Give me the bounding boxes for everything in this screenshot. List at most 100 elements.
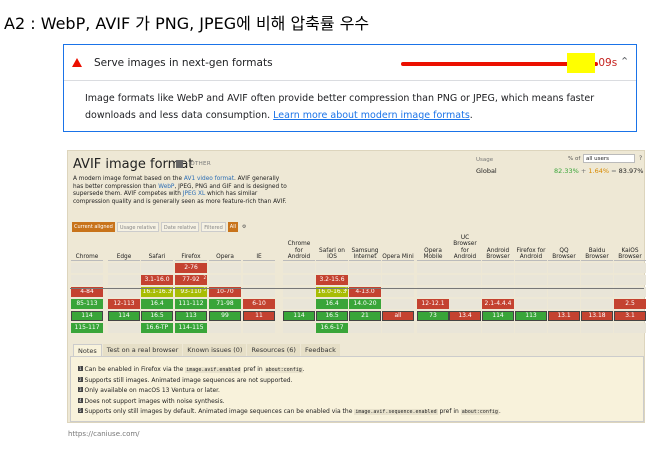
- support-cell[interactable]: 73: [417, 311, 449, 321]
- support-cell[interactable]: 114-115: [175, 323, 207, 333]
- support-cell[interactable]: 6-10: [243, 299, 275, 309]
- browser-header-chrome-for-android: Chrome for Android: [283, 239, 315, 261]
- support-cell[interactable]: 3.2-15.6: [316, 275, 348, 285]
- empty-cell: [243, 263, 275, 273]
- tab-feedback[interactable]: Feedback: [300, 344, 340, 356]
- filter-all[interactable]: All: [227, 222, 238, 232]
- tab-known-issues[interactable]: Known issues (0): [183, 344, 247, 356]
- support-cell[interactable]: 16.6-TP: [141, 323, 173, 333]
- support-cell[interactable]: 2.1-4.4.4: [482, 299, 514, 309]
- support-cell[interactable]: 11: [243, 311, 275, 321]
- view-filters: Current aligned Usage relative Date relati…: [72, 222, 250, 232]
- tab-resources[interactable]: Resources (6): [247, 344, 300, 356]
- empty-cell: [482, 323, 514, 333]
- empty-cell: [209, 275, 241, 285]
- filter-filtered[interactable]: Filtered: [201, 222, 226, 232]
- empty-cell: [382, 263, 414, 273]
- support-cell[interactable]: 13.18: [581, 311, 613, 321]
- gear-icon[interactable]: ⚙: [240, 222, 248, 232]
- empty-cell: [382, 275, 414, 285]
- browser-header-samsung-internet: Samsung Internet: [349, 239, 381, 261]
- support-cell[interactable]: 114: [71, 311, 103, 321]
- equals-sign: =: [611, 167, 617, 175]
- empty-cell: [349, 275, 381, 285]
- audit-description: Image formats like WebP and AVIF often p…: [85, 90, 630, 124]
- empty-cell: [581, 299, 613, 309]
- support-cell[interactable]: 111-112: [175, 299, 207, 309]
- help-icon[interactable]: ?: [639, 155, 642, 162]
- empty-cell: [614, 263, 646, 273]
- support-cell[interactable]: 114: [283, 311, 315, 321]
- support-cell[interactable]: 21: [349, 311, 381, 321]
- support-cell[interactable]: 16.6-17: [316, 323, 348, 333]
- browser-header-android-browser: Android Browser: [482, 239, 514, 261]
- support-cell[interactable]: 14.0-20: [349, 299, 381, 309]
- filter-date-relative[interactable]: Date relative: [160, 222, 200, 232]
- empty-cell: [614, 275, 646, 285]
- empty-cell: [548, 323, 580, 333]
- support-cell[interactable]: 114: [482, 311, 514, 321]
- note-item: 1 Can be enabled in Firefox via the image…: [78, 366, 305, 373]
- support-cell[interactable]: 16.4: [316, 299, 348, 309]
- user-select[interactable]: all users: [583, 154, 635, 163]
- tab-notes[interactable]: Notes: [73, 344, 102, 356]
- empty-cell: [243, 275, 275, 285]
- learn-more-link[interactable]: Learn more about modern image formats: [273, 110, 470, 121]
- support-cell[interactable]: 113: [175, 311, 207, 321]
- slide-title: A2 : WebP, AVIF 가 PNG, JPEG에 비해 압축률 우수: [4, 14, 370, 33]
- document-icon: [176, 160, 183, 168]
- support-cell[interactable]: 3.1: [614, 311, 646, 321]
- support-cell[interactable]: 114: [108, 311, 140, 321]
- note-text: Only available on macOS 13 Ventura or la…: [84, 387, 220, 394]
- support-cell[interactable]: 16.5: [141, 311, 173, 321]
- support-cell[interactable]: all: [382, 311, 414, 321]
- empty-cell: [382, 323, 414, 333]
- filter-current-aligned[interactable]: Current aligned: [72, 222, 115, 232]
- support-cell[interactable]: 16.4: [141, 299, 173, 309]
- feature-category: - OTHER: [186, 161, 211, 167]
- browser-header-qq-browser: QQ Browser: [548, 239, 580, 261]
- audit-header[interactable]: Serve images in next-gen formats .09s ⌃: [64, 45, 636, 81]
- support-cell[interactable]: 71-98: [209, 299, 241, 309]
- support-cell[interactable]: 113: [515, 311, 547, 321]
- support-cell[interactable]: 2.5: [614, 299, 646, 309]
- empty-cell: [283, 323, 315, 333]
- empty-cell: [482, 263, 514, 273]
- filter-usage-relative[interactable]: Usage relative: [116, 222, 159, 232]
- browser-header-baidu-browser: Baidu Browser: [581, 239, 613, 261]
- jpegxl-link[interactable]: JPEG XL: [183, 191, 205, 197]
- tab-test[interactable]: Test on a real browser: [102, 344, 183, 356]
- highlight-box: [567, 53, 595, 73]
- support-cell[interactable]: 12-113: [108, 299, 140, 309]
- support-cell[interactable]: 77-92 2: [175, 275, 207, 285]
- support-cell[interactable]: 85-113: [71, 299, 103, 309]
- total-pct: 83.97%: [618, 167, 644, 175]
- empty-cell: [449, 299, 481, 309]
- empty-cell: [515, 263, 547, 273]
- av1-link[interactable]: AV1 video format: [184, 176, 234, 182]
- note-number: 5: [78, 408, 83, 413]
- empty-cell: [417, 263, 449, 273]
- note-text: pref in: [241, 366, 265, 373]
- supported-pct: 82.33%: [554, 167, 579, 175]
- note-number: 4: [78, 397, 83, 403]
- support-cell[interactable]: 12-12.1: [417, 299, 449, 309]
- support-cell[interactable]: 3.1-16.0: [141, 275, 173, 285]
- usage-label: Usage: [476, 157, 494, 163]
- desc-text: A modern image format based on the: [73, 176, 184, 182]
- support-cell[interactable]: 2-76: [175, 263, 207, 273]
- empty-cell: [515, 299, 547, 309]
- empty-cell: [71, 275, 103, 285]
- support-cell[interactable]: 16.5: [316, 311, 348, 321]
- webp-link[interactable]: WebP: [158, 184, 174, 190]
- code-snippet: about:config: [460, 409, 499, 415]
- support-cell[interactable]: 13.1: [548, 311, 580, 321]
- support-cell[interactable]: 13.4: [449, 311, 481, 321]
- support-cell[interactable]: 115-117: [71, 323, 103, 333]
- empty-cell: [515, 323, 547, 333]
- note-number: 1: [78, 366, 83, 371]
- support-cell[interactable]: 99: [209, 311, 241, 321]
- current-row-divider: [70, 288, 644, 289]
- chevron-up-icon[interactable]: ⌃: [620, 55, 629, 68]
- pct-of-label: % of: [568, 156, 581, 162]
